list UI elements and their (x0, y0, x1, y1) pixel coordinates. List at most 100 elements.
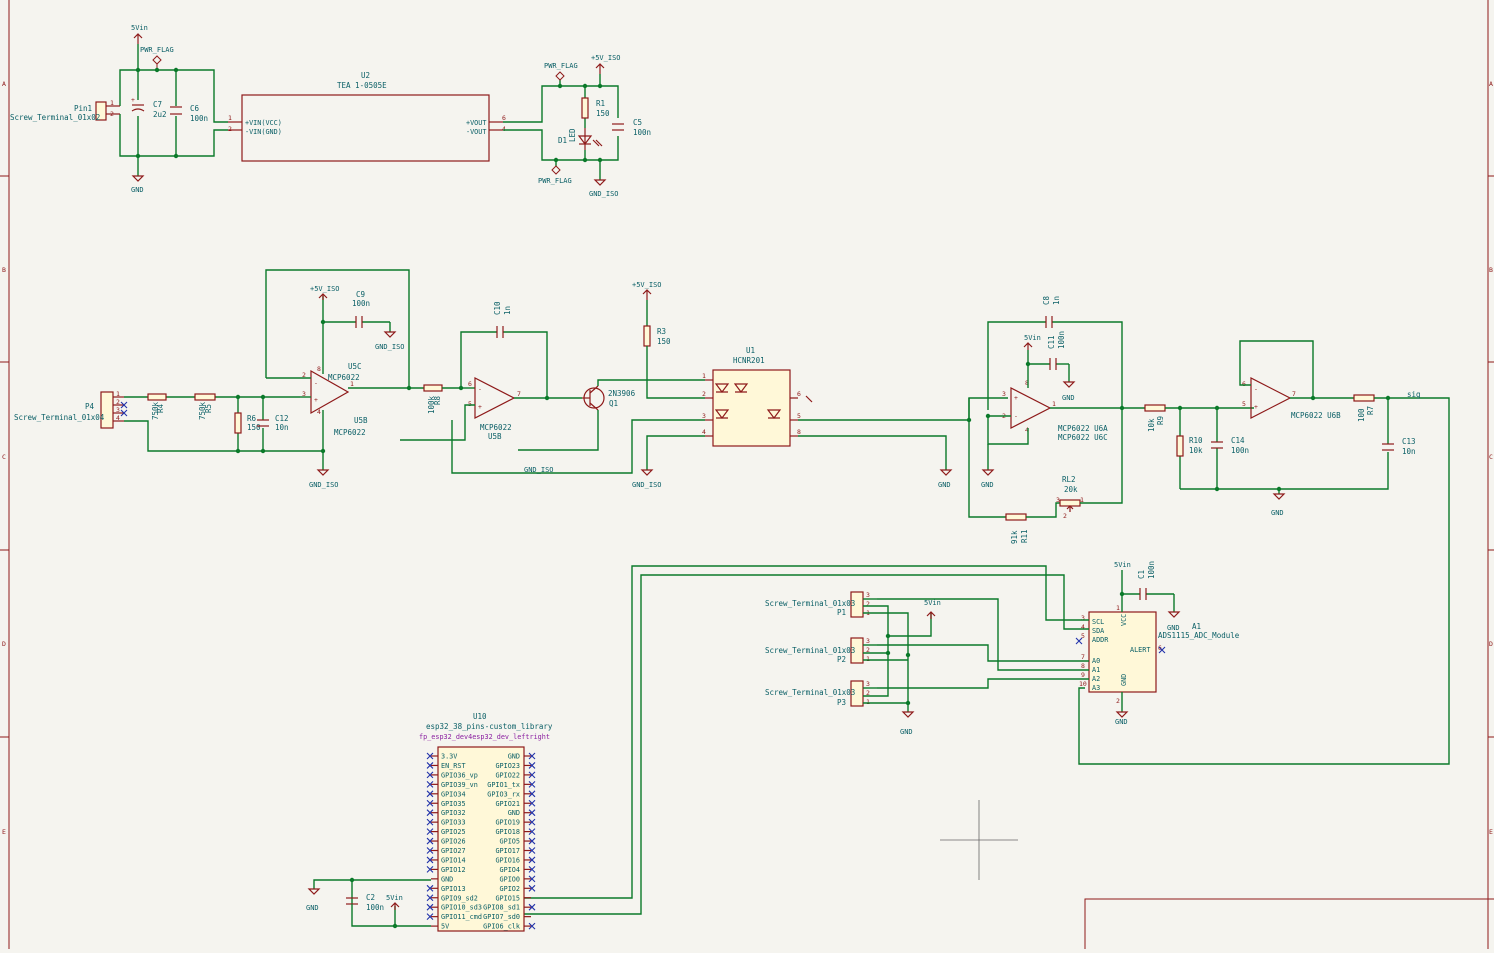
svg-text:3: 3 (302, 390, 306, 398)
power-5vin-label: 5Vin (131, 24, 148, 32)
svg-text:6: 6 (468, 380, 472, 388)
gnd-label-6: GND (1167, 624, 1180, 632)
esp32-left-pin-label: GPIO33 (441, 819, 466, 827)
esp32-left-pin-label: GPIO34 (441, 790, 466, 798)
power-5vin-label-4: 5Vin (924, 599, 941, 607)
u1-value: HCNR201 (733, 356, 765, 365)
schematic-sheet: A B C D E A B C D E 5Vin PWR_FLAG 12 Pin… (0, 0, 1494, 949)
svg-text:5: 5 (797, 412, 801, 420)
svg-text:-: - (314, 379, 318, 387)
u5c-ref: U5C (348, 362, 362, 371)
r8-ref-1: R8 (433, 395, 442, 405)
esp32-left-pin-label: 5V (441, 923, 449, 931)
c6-value: 100n (190, 114, 208, 123)
svg-text:2: 2 (866, 600, 870, 608)
c13-capacitor (1382, 443, 1394, 451)
p2-ref: P2 (837, 655, 846, 664)
gnd-symbol-1 (131, 175, 145, 182)
svg-text:7: 7 (517, 390, 521, 398)
input-amplifier-section: 1234 P4 Screw_Terminal_01x04 750k R4 750… (14, 269, 424, 489)
a1-pin-sda: SDA (1092, 627, 1104, 635)
esp32-right-pin-label: GPIO21 (495, 800, 520, 808)
r10-ref: R10 (1189, 436, 1203, 445)
border-letter-a-right: A (1489, 80, 1493, 88)
svg-text:3: 3 (1002, 390, 1006, 398)
c5-ref: C5 (633, 118, 642, 127)
c2-ref: C2 (366, 893, 375, 902)
gnd-iso-label-1: GND_ISO (589, 190, 619, 198)
esp32-left-pin-label: GND (441, 875, 453, 883)
a1-pin-alert: ALERT (1130, 646, 1150, 654)
a1-pin-a0: A0 (1092, 657, 1100, 665)
border-letter-e: E (2, 828, 6, 836)
u5b-value-label: MCP6022 (334, 428, 366, 437)
u10-value: esp32_38_pins-custom_library (426, 722, 553, 731)
r10-value: 10k (1189, 446, 1203, 455)
svg-text:+: + (1254, 403, 1258, 411)
p3-value: Screw_Terminal_01x03 (765, 688, 855, 697)
c7-ref: C7 (153, 100, 162, 109)
svg-text:2: 2 (1116, 697, 1120, 705)
power-5vin-label-5: 5Vin (386, 894, 403, 902)
u6c-label: MCP6022 U6C (1058, 433, 1108, 442)
c9-value: 100n (352, 299, 370, 308)
border-letter-d: D (2, 640, 6, 648)
u2-pin-vout-n: -VOUT (466, 128, 486, 136)
esp32-right-pin-label: GPIO6_clk (483, 923, 520, 931)
esp32-left-pin-label: GPIO39_vn (441, 781, 478, 789)
esp32-right-pin-label: GPIO3_rx (487, 790, 520, 798)
u2-ref: U2 (361, 71, 370, 80)
esp32-right-pin-label: GPIO5 (500, 838, 520, 846)
r5-ref: R5 (204, 404, 213, 413)
svg-text:6: 6 (502, 114, 506, 122)
border-letter-d-right: D (1489, 640, 1493, 648)
u5b-ref-label: U5B (354, 416, 368, 425)
a1-value: ADS1115_ADC_Module (1158, 631, 1240, 640)
r3-value: 150 (657, 337, 671, 346)
svg-text:2: 2 (702, 390, 706, 398)
power-5vin-symbol (133, 33, 143, 44)
esp32-right-pin-label: GPIO4 (500, 866, 520, 874)
p3-ref: P3 (837, 698, 846, 707)
sheet-border: A B C D E A B C D E (0, 0, 1494, 949)
esp32-right-pin-label: GND (508, 753, 520, 761)
c1-value: 100n (1147, 561, 1156, 579)
gnd-label-3: GND (981, 481, 994, 489)
gnd-iso-label-3: GND_ISO (309, 481, 339, 489)
output-amplifier-section: C8 1n +- 321 84 GND 5Vin C11 100n GND MC… (966, 295, 1450, 765)
c12-value: 10n (275, 423, 289, 432)
svg-text:5: 5 (1242, 400, 1246, 408)
power-iso5v-label-2: +5V_ISO (310, 285, 340, 293)
q1-transistor (582, 385, 605, 411)
c12-ref: C12 (275, 414, 289, 423)
r6-value: 150 (247, 423, 261, 432)
esp32-right-pin-label: GND (508, 809, 520, 817)
svg-text:+: + (131, 96, 135, 104)
svg-text:10: 10 (1079, 680, 1087, 688)
svg-text:2: 2 (110, 110, 114, 118)
adc-section: A1 ADS1115_ADC_Module SCL SDA ADDR ALERT… (524, 561, 1240, 915)
esp32-left-pin-label: GPIO36_vp (441, 771, 478, 779)
gnd-iso-label-2: GND_ISO (375, 343, 405, 351)
d1-value: LED (568, 128, 577, 142)
u5b-value: MCP6022 (480, 423, 512, 432)
esp32-right-pin-label: GPIO22 (495, 771, 520, 779)
esp32-left-pin-label: 3.3V (441, 753, 457, 761)
esp32-left-pin-label: GPIO32 (441, 809, 466, 817)
c14-value: 100n (1231, 446, 1249, 455)
power-iso5v-label-1: +5V_ISO (591, 54, 621, 62)
pwr-flag-label-3: PWR_FLAG (538, 177, 572, 185)
r10-resistor (1176, 435, 1184, 457)
p4-value: Screw_Terminal_01x04 (14, 413, 105, 422)
c14-capacitor (1211, 441, 1223, 449)
svg-text:4: 4 (116, 414, 120, 422)
svg-text:1: 1 (228, 114, 232, 122)
r6-resistor (234, 412, 242, 434)
p1-ref: P1 (837, 608, 846, 617)
r11-ref: R11 (1020, 529, 1029, 543)
esp32-left-pin-label: GPIO10_sd3 (441, 904, 482, 912)
u2-pin-vin-gnd: -VIN(GND) (245, 128, 282, 136)
a1-pin-scl: SCL (1092, 618, 1104, 626)
c10-ref: C10 (493, 301, 502, 315)
c8-value: 1n (1052, 296, 1061, 305)
